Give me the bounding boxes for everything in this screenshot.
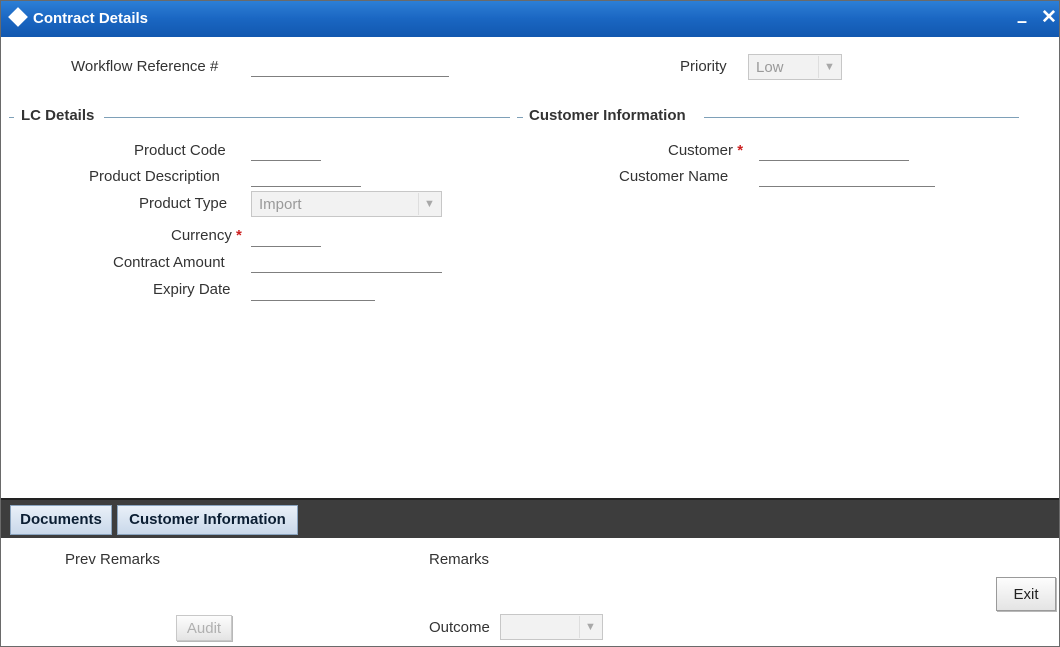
lc-details-divider-left [9, 117, 14, 118]
prev-remarks-label: Prev Remarks [65, 551, 161, 568]
required-marker: * [236, 227, 242, 244]
footer-panel: Prev Remarks Remarks Audit Outcome ▼ Exi… [1, 538, 1059, 646]
priority-value: Low [756, 59, 784, 76]
required-marker: * [737, 142, 744, 159]
expiry-date-input[interactable] [251, 279, 375, 301]
customer-label: Customer * [668, 142, 743, 159]
tab-documents[interactable]: Documents [10, 505, 112, 535]
currency-label-text: Currency [171, 227, 232, 244]
tab-bar: Documents Customer Information [1, 498, 1059, 538]
customer-info-divider-left [517, 117, 523, 118]
product-code-label: Product Code [134, 142, 226, 159]
chevron-down-icon: ▼ [579, 616, 601, 638]
exit-button[interactable]: Exit [996, 577, 1056, 611]
workflow-reference-label: Workflow Reference # [71, 58, 219, 75]
product-type-label: Product Type [139, 195, 228, 212]
product-code-input[interactable] [251, 139, 321, 161]
product-type-value: Import [259, 196, 302, 213]
customer-label-text: Customer [668, 142, 734, 159]
currency-label: Currency * [171, 227, 242, 244]
audit-button[interactable]: Audit [176, 615, 232, 641]
customer-name-input[interactable] [759, 165, 935, 187]
product-description-label: Product Description [89, 168, 220, 185]
close-button[interactable]: ✕ [1041, 6, 1057, 29]
remarks-label: Remarks [429, 551, 490, 568]
diamond-icon [8, 7, 28, 27]
contract-details-window: Contract Details – ✕ Workflow Reference … [0, 0, 1060, 647]
priority-label: Priority [680, 58, 727, 75]
contract-amount-input[interactable] [251, 251, 442, 273]
contract-amount-label: Contract Amount [113, 254, 225, 271]
expiry-date-label: Expiry Date [153, 281, 231, 298]
customer-info-divider [704, 117, 1019, 118]
product-type-select[interactable]: Import ▼ [251, 191, 442, 217]
tab-customer-information[interactable]: Customer Information [117, 505, 298, 535]
product-description-input[interactable] [251, 165, 361, 187]
lc-details-title: LC Details [21, 107, 95, 124]
lc-details-divider [104, 117, 510, 118]
workflow-reference-input[interactable] [251, 55, 449, 77]
priority-select[interactable]: Low ▼ [748, 54, 842, 80]
title-bar: Contract Details – ✕ [1, 1, 1059, 37]
customer-input[interactable] [759, 139, 909, 161]
chevron-down-icon: ▼ [418, 193, 440, 215]
outcome-select[interactable]: ▼ [500, 614, 603, 640]
currency-input[interactable] [251, 225, 321, 247]
customer-info-title: Customer Information [529, 107, 686, 124]
outcome-label: Outcome [429, 619, 490, 636]
minimize-button[interactable]: – [1017, 11, 1027, 32]
customer-name-label: Customer Name [619, 168, 729, 185]
chevron-down-icon: ▼ [818, 56, 840, 78]
window-title: Contract Details [33, 10, 149, 27]
